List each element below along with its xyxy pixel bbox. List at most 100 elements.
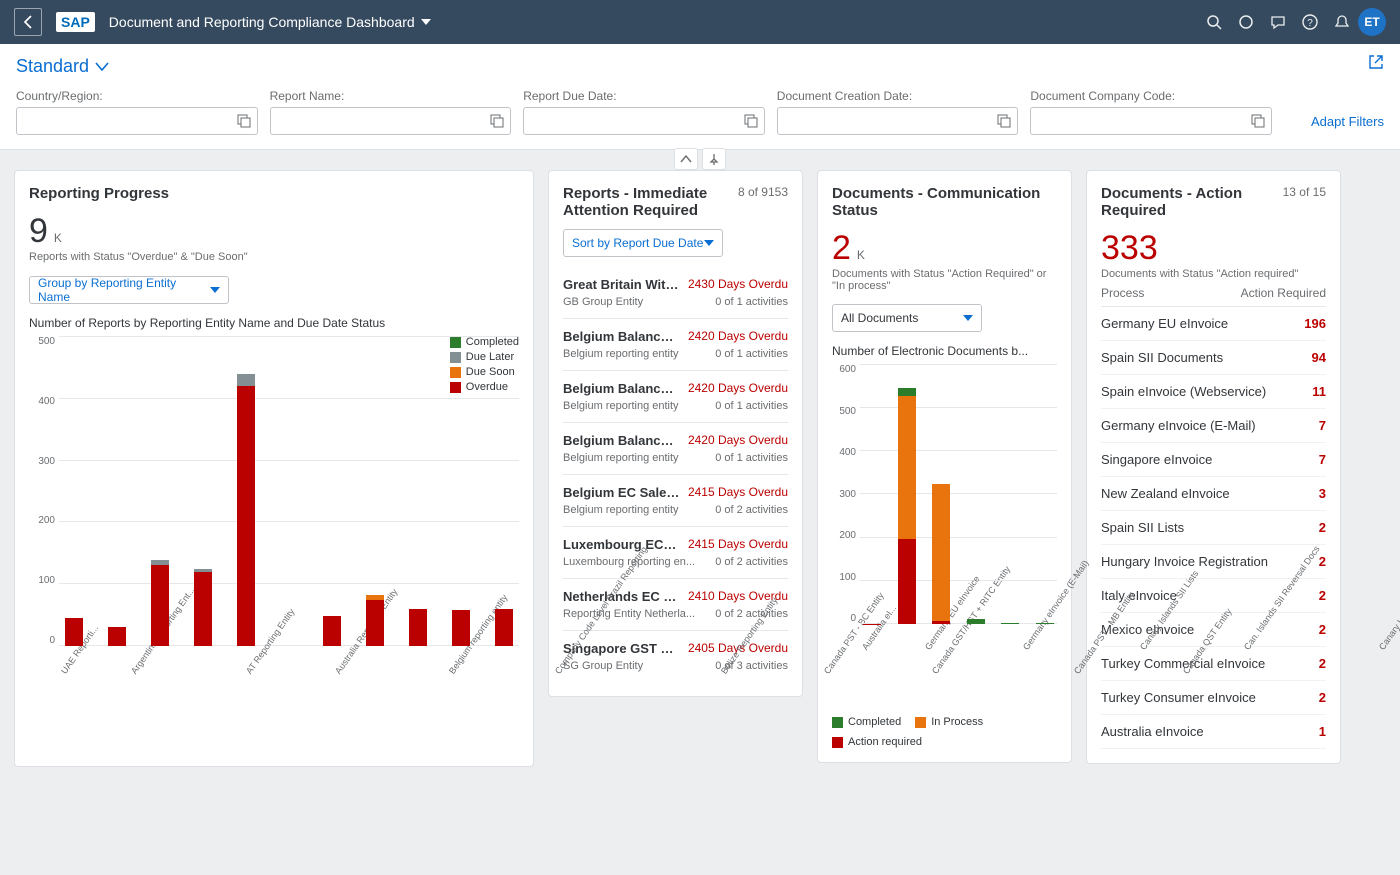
ar-table-row[interactable]: Australia eInvoice1 — [1101, 715, 1326, 749]
ar-process-name: Hungary Invoice Registration — [1101, 554, 1309, 569]
bar[interactable] — [445, 336, 476, 646]
report-list-item[interactable]: Singapore GST Re...2405 Days Overdu SG G… — [563, 630, 788, 682]
bar[interactable] — [316, 336, 347, 646]
card-counter: 13 of 15 — [1283, 185, 1326, 199]
ar-table-row[interactable]: Spain SII Lists2 — [1101, 511, 1326, 545]
report-entity: Belgium reporting entity — [563, 348, 679, 360]
ar-count: 2 — [1319, 588, 1326, 603]
pin-icon — [708, 153, 720, 165]
ar-header-process: Process — [1101, 286, 1144, 300]
report-activities: 0 of 2 activities — [715, 556, 788, 568]
report-entity: Reporting Entity Netherla... — [563, 608, 695, 620]
bar[interactable] — [402, 336, 433, 646]
shell-title-dropdown[interactable]: Document and Reporting Compliance Dashbo… — [109, 14, 431, 30]
bar[interactable] — [359, 336, 390, 646]
ar-count: 7 — [1319, 452, 1326, 467]
value-help-icon — [1251, 114, 1265, 128]
report-entity: Belgium reporting entity — [563, 452, 679, 464]
report-list-item[interactable]: Belgium Balance o...2420 Days Overdu Bel… — [563, 370, 788, 422]
kpi-value: 9 — [29, 212, 48, 251]
card-action-required: 13 of 15 Documents - Action Required 333… — [1086, 170, 1341, 764]
value-help-input[interactable] — [270, 107, 512, 135]
bar[interactable] — [274, 336, 305, 646]
pin-filters-button[interactable] — [702, 148, 726, 170]
ar-table-row[interactable]: New Zealand eInvoice3 — [1101, 477, 1326, 511]
search-icon[interactable] — [1198, 14, 1230, 30]
collapse-filters-button[interactable] — [674, 148, 698, 170]
notifications-icon[interactable] — [1326, 14, 1358, 30]
ar-table-row[interactable]: Turkey Commercial eInvoice2 — [1101, 647, 1326, 681]
report-overdue-days: 2420 Days Overdu — [688, 433, 788, 448]
bar[interactable] — [231, 336, 262, 646]
bar[interactable] — [964, 364, 989, 624]
report-list-item[interactable]: Belgium Balance o...2420 Days Overdu Bel… — [563, 318, 788, 370]
copilot-icon[interactable] — [1230, 14, 1262, 30]
report-name: Belgium Balance o... — [563, 329, 680, 344]
ar-table-row[interactable]: Spain eInvoice (Webservice)11 — [1101, 375, 1326, 409]
popout-icon[interactable] — [1368, 54, 1384, 70]
bar[interactable] — [188, 336, 219, 646]
bar[interactable] — [895, 364, 920, 624]
value-help-icon — [490, 114, 504, 128]
ar-count: 2 — [1319, 622, 1326, 637]
kpi-action-count: 333 — [1101, 229, 1326, 268]
bar[interactable] — [102, 336, 133, 646]
bar[interactable] — [998, 364, 1023, 624]
bar[interactable] — [1033, 364, 1058, 624]
select-value: All Documents — [841, 311, 918, 325]
rp-chart-title: Number of Reports by Reporting Entity Na… — [29, 316, 519, 330]
variant-selector[interactable]: Standard — [16, 56, 1384, 77]
bar[interactable] — [59, 336, 90, 646]
report-list-item[interactable]: Luxembourg EC S...2415 Days Overdu Luxem… — [563, 526, 788, 578]
kpi-subtext: Reports with Status "Overdue" & "Due Soo… — [29, 251, 519, 263]
value-help-input[interactable] — [1030, 107, 1272, 135]
ar-table-row[interactable]: Turkey Consumer eInvoice2 — [1101, 681, 1326, 715]
value-help-input[interactable] — [523, 107, 765, 135]
ar-count: 3 — [1319, 486, 1326, 501]
back-button[interactable] — [14, 8, 42, 36]
documents-filter-select[interactable]: All Documents — [832, 304, 982, 332]
report-overdue-days: 2415 Days Overdu — [688, 537, 788, 552]
legend-action-required: Action required — [848, 736, 922, 748]
ar-table-row[interactable]: Germany eInvoice (E-Mail)7 — [1101, 409, 1326, 443]
report-list-item[interactable]: Belgium Balance o...2420 Days Overdu Bel… — [563, 422, 788, 474]
user-avatar[interactable]: ET — [1358, 8, 1386, 36]
report-overdue-days: 2415 Days Overdu — [688, 485, 788, 500]
ar-process-name: Turkey Consumer eInvoice — [1101, 690, 1309, 705]
kpi-value: 2 — [832, 229, 851, 268]
report-list-item[interactable]: Belgium EC Sales ...2415 Days Overdu Bel… — [563, 474, 788, 526]
report-list-item[interactable]: Great Britain With...2430 Days Overdu GB… — [563, 267, 788, 318]
card-title: Reporting Progress — [29, 185, 519, 202]
bar[interactable] — [488, 336, 519, 646]
chevron-up-icon — [680, 155, 692, 163]
value-help-input[interactable] — [777, 107, 1019, 135]
report-entity: Belgium reporting entity — [563, 504, 679, 516]
ar-count: 94 — [1312, 350, 1326, 365]
value-help-input[interactable] — [16, 107, 258, 135]
feedback-icon[interactable] — [1262, 14, 1294, 30]
filter-field: Document Company Code: — [1030, 89, 1272, 135]
filter-label: Report Name: — [270, 89, 512, 103]
kpi-value: 333 — [1101, 229, 1158, 268]
bar[interactable] — [860, 364, 885, 624]
value-help-icon — [237, 114, 251, 128]
bar[interactable] — [145, 336, 176, 646]
chevron-down-icon — [963, 315, 973, 321]
adapt-filters-link[interactable]: Adapt Filters — [1311, 114, 1384, 135]
ar-table-row[interactable]: Spain SII Documents94 — [1101, 341, 1326, 375]
help-icon[interactable]: ? — [1294, 14, 1326, 30]
card-documents-communication: Documents - Communication Status 2 K Doc… — [817, 170, 1072, 763]
report-activities: 0 of 1 activities — [715, 452, 788, 464]
ar-table-row[interactable]: Germany EU eInvoice196 — [1101, 307, 1326, 341]
report-entity: Belgium reporting entity — [563, 400, 679, 412]
bar[interactable] — [929, 364, 954, 624]
kpi-subtext: Documents with Status "Action required" — [1101, 268, 1326, 280]
ar-table-row[interactable]: Singapore eInvoice7 — [1101, 443, 1326, 477]
group-by-select[interactable]: Group by Reporting Entity Name — [29, 276, 229, 304]
report-activities: 0 of 1 activities — [715, 296, 788, 308]
ar-process-name: Germany EU eInvoice — [1101, 316, 1294, 331]
card-reporting-progress: Reporting Progress 9 K Reports with Stat… — [14, 170, 534, 767]
dc-chart-title: Number of Electronic Documents b... — [832, 344, 1057, 358]
sort-select[interactable]: Sort by Report Due Date — [563, 229, 723, 257]
legend-in-process: In Process — [931, 716, 983, 728]
